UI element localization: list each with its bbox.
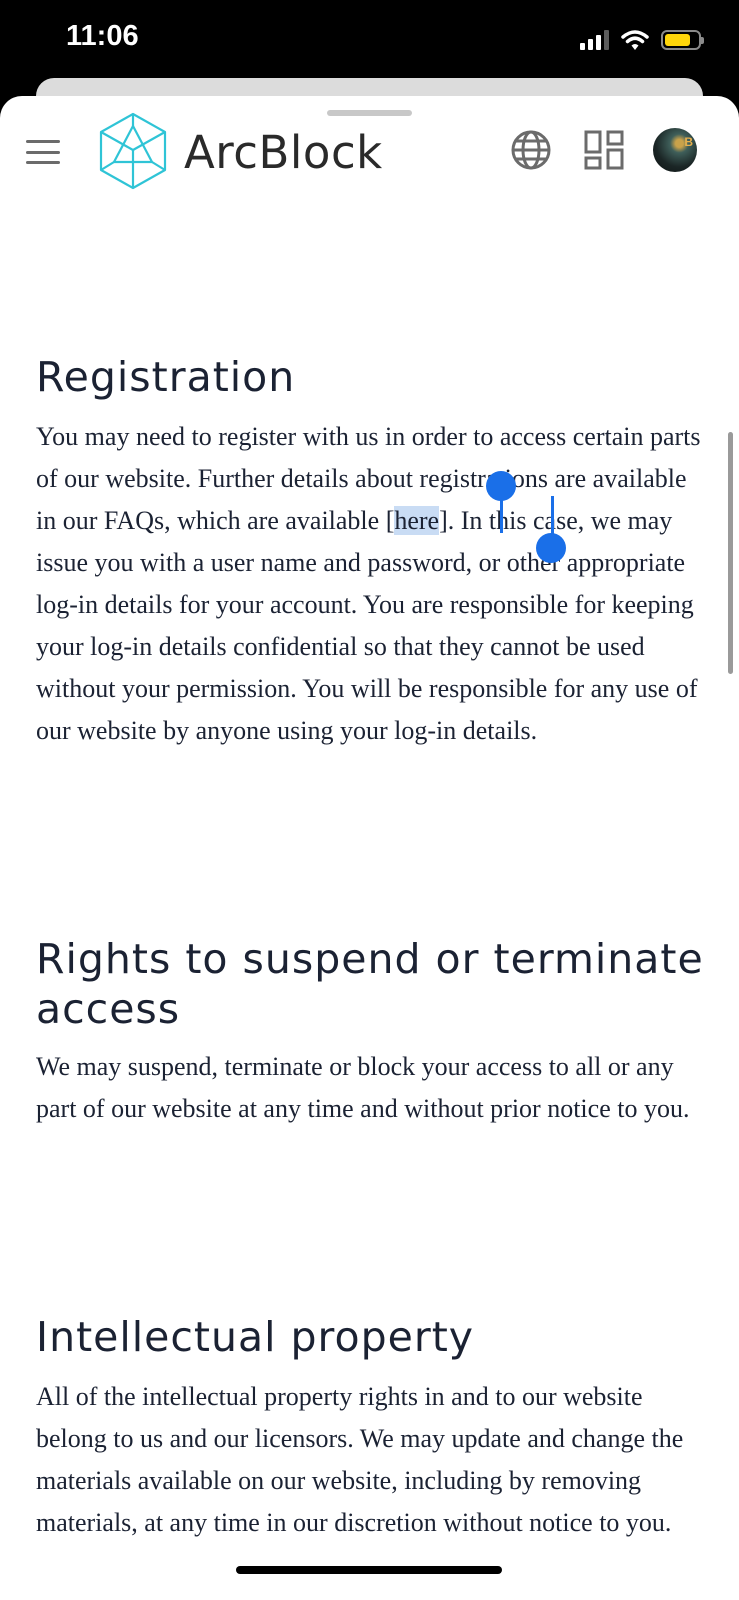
wifi-icon — [621, 30, 649, 50]
body-text: ]. In this case, we may issue you with a… — [36, 506, 698, 745]
page-sheet[interactable]: ArcBlock B Registration You may need to … — [0, 96, 739, 1600]
home-indicator[interactable] — [236, 1566, 502, 1574]
brand-name[interactable]: ArcBlock — [184, 126, 383, 179]
menu-icon[interactable] — [26, 140, 60, 164]
signal-icon — [580, 30, 609, 50]
section-heading-registration: Registration — [36, 353, 296, 401]
section-heading-rights: Rights to suspend or terminate access — [36, 935, 704, 1033]
battery-icon — [661, 30, 704, 50]
site-header: ArcBlock B — [0, 106, 739, 196]
section-body-rights: We may suspend, terminate or block your … — [36, 1052, 690, 1123]
selection-start-handle[interactable] — [486, 471, 516, 501]
status-bar: 11:06 — [0, 0, 739, 80]
section-heading-ip: Intellectual property — [36, 1313, 475, 1361]
apps-icon[interactable] — [582, 128, 626, 172]
arcblock-logo-icon[interactable] — [98, 112, 168, 190]
selected-text[interactable]: here — [394, 506, 440, 535]
section-body-ip: All of the intellectual property rights … — [36, 1382, 684, 1537]
avatar-badge: B — [684, 135, 693, 149]
scrollbar[interactable] — [728, 432, 733, 674]
section-body-registration: You may need to register with us in orde… — [36, 416, 704, 752]
globe-icon[interactable] — [509, 128, 553, 172]
status-icons — [580, 28, 704, 52]
selection-end-caret — [551, 496, 554, 538]
status-time: 11:06 — [66, 20, 139, 52]
avatar[interactable]: B — [653, 128, 697, 172]
selection-end-handle[interactable] — [536, 533, 566, 563]
